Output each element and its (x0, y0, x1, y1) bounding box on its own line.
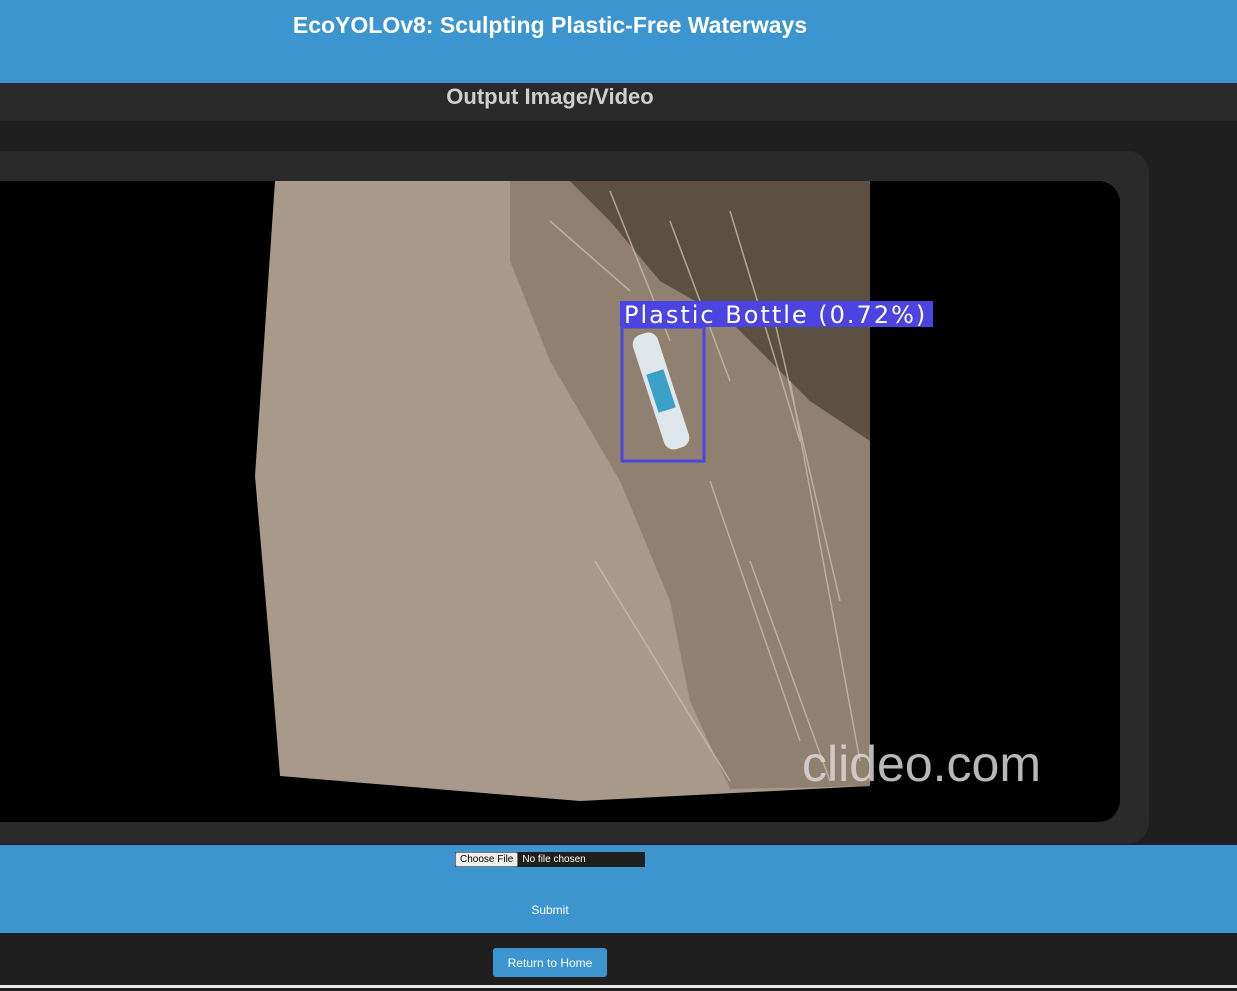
return-home-button[interactable]: Return to Home (493, 948, 607, 977)
choose-file-button[interactable]: Choose File (455, 852, 519, 867)
detection-label: Plastic Bottle (0.72%) (624, 301, 927, 329)
submit-button[interactable]: Submit (0, 903, 1100, 917)
footer: Return to Home (0, 933, 1237, 991)
upload-form: Choose File No file chosen Submit (0, 845, 1237, 933)
main-area: Plastic Bottle (0.72%) clideo.com (0, 121, 1237, 845)
section-title: Output Image/Video (446, 84, 654, 109)
watermark-text: clideo.com (802, 736, 1041, 792)
output-image: Plastic Bottle (0.72%) clideo.com (0, 181, 1120, 822)
app-title: EcoYOLOv8: Sculpting Plastic-Free Waterw… (292, 12, 808, 38)
header-bar: EcoYOLOv8: Sculpting Plastic-Free Waterw… (0, 0, 1237, 83)
bottom-divider (0, 985, 1237, 988)
section-bar: Output Image/Video (0, 83, 1237, 121)
file-status: No file chosen (522, 854, 586, 865)
output-image-canvas: Plastic Bottle (0.72%) clideo.com (0, 181, 1120, 822)
file-input[interactable]: Choose File No file chosen (455, 852, 645, 867)
